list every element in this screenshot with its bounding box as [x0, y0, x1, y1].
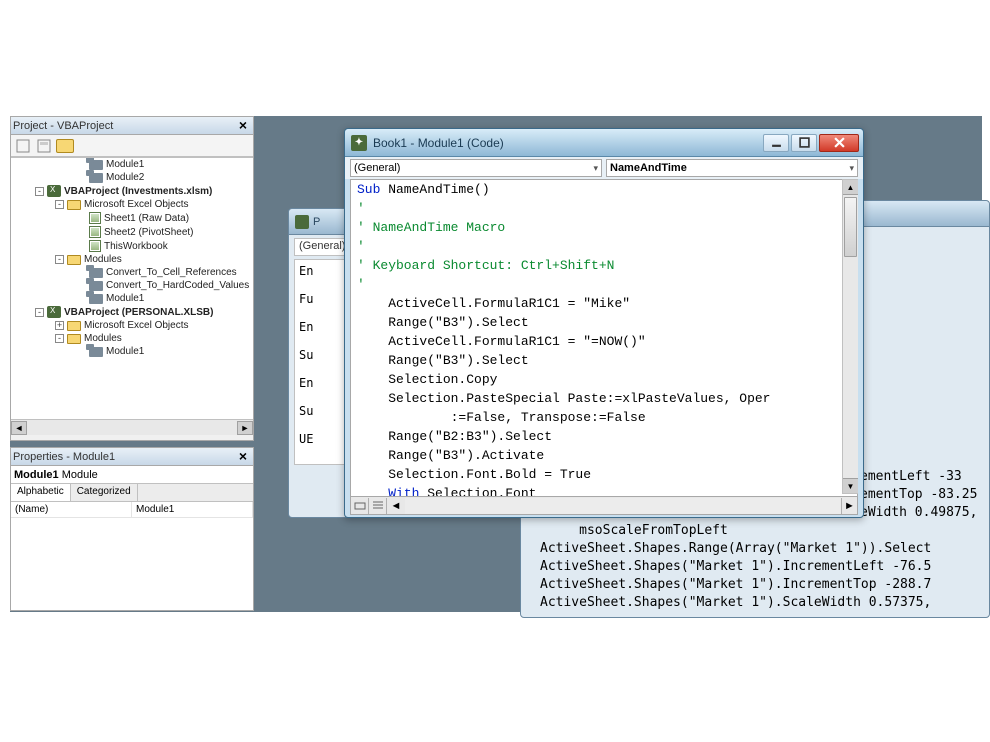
- tree-item[interactable]: + Microsoft Excel Objects: [11, 319, 253, 332]
- properties-panel-titlebar: Properties - Module1 ×: [11, 448, 253, 466]
- tree-item-label: Module2: [106, 172, 144, 183]
- tree-item-label: VBAProject (PERSONAL.XLSB): [64, 307, 213, 318]
- scroll-left-icon[interactable]: ◄: [387, 498, 405, 514]
- tree-item-label: Module1: [106, 159, 144, 170]
- folder-icon: [67, 200, 81, 210]
- sheet-icon: [89, 226, 101, 238]
- scroll-up-icon[interactable]: ▲: [843, 180, 858, 195]
- tree-item[interactable]: ThisWorkbook: [11, 239, 253, 253]
- tree-item-label: Modules: [84, 333, 122, 344]
- vba-icon: ✦: [351, 135, 367, 151]
- scroll-right-icon[interactable]: ►: [841, 498, 857, 514]
- view-object-icon[interactable]: [35, 137, 53, 155]
- vertical-scrollbar[interactable]: ▲ ▼: [842, 179, 858, 494]
- properties-panel: Properties - Module1 × Module1 Module Al…: [10, 447, 254, 611]
- tree-item[interactable]: - VBAProject (Investments.xlsm): [11, 184, 253, 198]
- tree-item[interactable]: Module1: [11, 158, 253, 171]
- tree-item[interactable]: Convert_To_HardCoded_Values: [11, 279, 253, 292]
- property-name: (Name): [11, 502, 132, 517]
- project-hscrollbar[interactable]: ◄ ►: [11, 419, 253, 435]
- tree-item-label: Microsoft Excel Objects: [84, 199, 188, 210]
- project-explorer-panel: Project - VBAProject × Module1Module2-VB…: [10, 116, 254, 441]
- toggle-folders-icon[interactable]: [56, 139, 74, 153]
- tree-item[interactable]: Module1: [11, 345, 253, 358]
- object-combo[interactable]: (General)▾: [350, 159, 602, 177]
- scroll-down-icon[interactable]: ▼: [843, 478, 858, 493]
- proj-icon: [47, 306, 61, 318]
- tab-categorized[interactable]: Categorized: [71, 484, 138, 501]
- proj-icon: [47, 185, 61, 197]
- project-tree[interactable]: Module1Module2-VBAProject (Investments.x…: [11, 157, 253, 419]
- tree-item[interactable]: Sheet2 (PivotSheet): [11, 225, 253, 239]
- close-icon[interactable]: ×: [235, 119, 251, 133]
- tree-item[interactable]: Module2: [11, 171, 253, 184]
- property-row[interactable]: (Name) Module1: [11, 502, 253, 518]
- tree-item[interactable]: - Modules: [11, 253, 253, 266]
- tab-alphabetic[interactable]: Alphabetic: [11, 484, 71, 501]
- tree-item-label: ThisWorkbook: [104, 241, 168, 252]
- tree-item[interactable]: - Modules: [11, 332, 253, 345]
- mod-icon: [89, 281, 103, 291]
- chevron-down-icon: ▾: [593, 163, 598, 174]
- mod-icon: [89, 173, 103, 183]
- tree-item-label: Convert_To_HardCoded_Values: [106, 280, 249, 291]
- tree-item-label: VBAProject (Investments.xlsm): [64, 186, 212, 197]
- tree-item[interactable]: Convert_To_Cell_References: [11, 266, 253, 279]
- tree-item-label: Microsoft Excel Objects: [84, 320, 188, 331]
- close-icon[interactable]: ×: [235, 450, 251, 464]
- scrollbar-thumb[interactable]: [844, 197, 857, 257]
- tree-toggle-icon[interactable]: -: [35, 308, 44, 317]
- folder-icon: [67, 321, 81, 331]
- code-window-combos: (General)▾ NameAndTime▾: [345, 157, 863, 179]
- scroll-right-icon[interactable]: ►: [237, 421, 253, 435]
- tree-item-label: Sheet2 (PivotSheet): [104, 227, 194, 238]
- property-value[interactable]: Module1: [132, 502, 253, 517]
- folder-icon: [67, 255, 81, 265]
- folder-icon: [67, 334, 81, 344]
- mod-icon: [89, 160, 103, 170]
- properties-tabs: Alphabetic Categorized: [11, 484, 253, 502]
- code-window-title: Book1 - Module1 (Code): [373, 136, 763, 150]
- maximize-button[interactable]: [791, 134, 817, 152]
- tree-item[interactable]: Sheet1 (Raw Data): [11, 211, 253, 225]
- tree-item[interactable]: Module1: [11, 292, 253, 305]
- code-window-footer: ◄ ►: [350, 497, 858, 515]
- mod-icon: [89, 294, 103, 304]
- sheet-icon: [89, 212, 101, 224]
- tree-item[interactable]: - VBAProject (PERSONAL.XLSB): [11, 305, 253, 319]
- code-window: ✦ Book1 - Module1 (Code) (General)▾ Name…: [344, 128, 864, 518]
- tree-item-label: Convert_To_Cell_References: [106, 267, 237, 278]
- tree-toggle-icon[interactable]: -: [55, 200, 64, 209]
- tree-toggle-icon[interactable]: -: [55, 334, 64, 343]
- project-panel-titlebar: Project - VBAProject ×: [11, 117, 253, 135]
- properties-panel-title: Properties - Module1: [13, 451, 115, 463]
- scroll-left-icon[interactable]: ◄: [11, 421, 27, 435]
- properties-grid[interactable]: (Name) Module1: [11, 502, 253, 610]
- minimize-button[interactable]: [763, 134, 789, 152]
- tree-toggle-icon[interactable]: -: [35, 187, 44, 196]
- close-button[interactable]: [819, 134, 859, 152]
- tree-item-label: Sheet1 (Raw Data): [104, 213, 189, 224]
- code-editor[interactable]: Sub NameAndTime()'' NameAndTime Macro'' …: [350, 179, 858, 497]
- tree-toggle-icon[interactable]: -: [55, 255, 64, 264]
- tree-item-label: Module1: [106, 293, 144, 304]
- project-toolbar: [11, 135, 253, 157]
- tree-item[interactable]: - Microsoft Excel Objects: [11, 198, 253, 211]
- procedure-combo[interactable]: NameAndTime▾: [606, 159, 858, 177]
- tree-toggle-icon[interactable]: +: [55, 321, 64, 330]
- view-code-icon[interactable]: [14, 137, 32, 155]
- mod-icon: [89, 268, 103, 278]
- sheet-icon: [89, 240, 101, 252]
- full-module-view-icon[interactable]: [369, 498, 387, 514]
- chevron-down-icon: ▾: [849, 163, 854, 174]
- tree-item-label: Module1: [106, 346, 144, 357]
- mod-icon: [89, 347, 103, 357]
- procedure-view-icon[interactable]: [351, 498, 369, 514]
- tree-item-label: Modules: [84, 254, 122, 265]
- hscroll-track[interactable]: [405, 498, 841, 514]
- properties-object-combo[interactable]: Module1 Module: [11, 466, 253, 484]
- project-panel-title: Project - VBAProject: [13, 120, 113, 132]
- code-window-titlebar[interactable]: ✦ Book1 - Module1 (Code): [345, 129, 863, 157]
